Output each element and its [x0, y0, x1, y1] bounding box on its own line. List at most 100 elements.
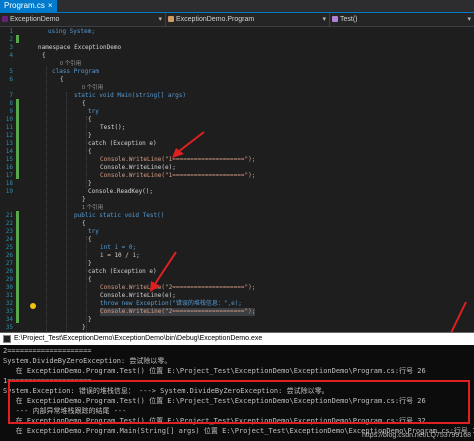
code-line: { [88, 236, 92, 244]
annotation-highlight-box [8, 380, 470, 424]
line-number: 5 [9, 68, 13, 75]
code-line: using System; [48, 28, 95, 36]
code-text: Console.ReadKey(); [88, 188, 154, 195]
code-line: } [88, 316, 92, 324]
code-text: Test(); [100, 124, 126, 131]
class-icon [168, 16, 174, 22]
code-line: Console.WriteLine(e); [100, 292, 176, 300]
code-line-current: Console.WriteLine("2====================… [100, 308, 256, 316]
code-line: { [42, 52, 46, 60]
code-text: { [88, 276, 92, 283]
code-text: Console.WriteLine("1====================… [100, 172, 256, 179]
project-dropdown[interactable]: ExceptionDemo ▾ [0, 13, 166, 26]
line-number: 28 [5, 268, 13, 275]
code-text: } [88, 180, 92, 187]
line-number: 14 [5, 148, 13, 155]
code-text: catch (Exception e) [88, 268, 157, 275]
code-text: throw new Exception("错误的堆栈信息：",e); [100, 300, 242, 307]
line-number: 32 [5, 300, 13, 307]
code-text: { [60, 76, 64, 83]
code-line: } [82, 324, 86, 332]
navigation-bar: ExceptionDemo ▾ ExceptionDemo.Program ▾ … [0, 13, 474, 27]
code-line: { [88, 148, 92, 156]
code-line: i = 10 / i; [100, 252, 140, 260]
code-line: namespace ExceptionDemo [38, 44, 121, 52]
line-number: 8 [9, 100, 13, 107]
indent-guide [46, 67, 47, 349]
code-text: namespace ExceptionDemo [38, 44, 122, 51]
member-label: Test() [340, 16, 358, 23]
line-number: 13 [5, 140, 13, 147]
console-title-bar[interactable]: E:\Project_Test\ExceptionDemo\ExceptionD… [0, 333, 474, 345]
type-dropdown[interactable]: ExceptionDemo.Program ▾ [166, 13, 330, 26]
code-line: class Program [52, 68, 99, 76]
lightbulb-icon[interactable] [30, 303, 36, 309]
code-lens[interactable]: 0 个引用 [82, 84, 103, 92]
line-number: 1 [9, 28, 13, 35]
line-number: 34 [5, 316, 13, 323]
code-text: { [88, 236, 92, 243]
line-number: 22 [5, 220, 13, 227]
code-text: Console.WriteLine("1====================… [100, 156, 256, 163]
code-line: } [88, 180, 92, 188]
project-label: ExceptionDemo [10, 16, 60, 23]
line-number: 17 [5, 172, 13, 179]
code-text: try [88, 228, 99, 235]
code-text: catch (Exception e) [88, 140, 157, 147]
code-text: } [88, 132, 92, 139]
code-line: Test(); [100, 124, 125, 132]
indent-guide [86, 236, 87, 332]
code-line: Console.WriteLine("1====================… [100, 156, 255, 164]
line-number: 29 [5, 276, 13, 283]
code-text: { [88, 116, 92, 123]
tab-program-cs[interactable]: Program.cs × [0, 0, 57, 12]
change-indicator [16, 35, 19, 43]
code-line: Console.WriteLine("1====================… [100, 172, 255, 180]
line-number: 19 [5, 188, 13, 195]
code-text: static void Main(string[] args) [74, 92, 186, 99]
chevron-down-icon: ▾ [467, 16, 471, 23]
reference-count: 0 个引用 [82, 85, 104, 91]
code-text: public static void Test() [74, 212, 165, 219]
close-icon[interactable]: × [48, 1, 53, 10]
watermark: https://blog.csdn.net/LQ753799168 [362, 432, 471, 439]
tab-label: Program.cs [4, 1, 45, 10]
line-number: 10 [5, 116, 13, 123]
line-number: 23 [5, 228, 13, 235]
code-line: public static void Test() [74, 212, 164, 220]
change-indicator [16, 211, 19, 323]
line-number: 2 [9, 36, 13, 43]
code-text: { [42, 52, 46, 59]
code-text: Console.WriteLine("2====================… [100, 284, 256, 291]
code-text: i = 10 / i; [100, 252, 140, 259]
line-number: 3 [9, 44, 13, 51]
code-line: int i = 0; [100, 244, 136, 252]
line-number: 12 [5, 132, 13, 139]
code-line: { [82, 220, 86, 228]
console-line: System.DivideByZeroException: 尝试除以零。 [3, 357, 172, 365]
code-line: } [88, 132, 92, 140]
member-dropdown[interactable]: Test() ▾ [330, 13, 474, 26]
code-lens[interactable]: 0 个引用 [60, 60, 81, 68]
line-number: 26 [5, 252, 13, 259]
line-number: 16 [5, 164, 13, 171]
code-line: { [88, 116, 92, 124]
line-number: 21 [5, 212, 13, 219]
code-line: static void Main(string[] args) [74, 92, 186, 100]
type-label: ExceptionDemo.Program [176, 16, 255, 23]
line-number: 27 [5, 260, 13, 267]
code-text: } [88, 316, 92, 323]
line-number: 24 [5, 236, 13, 243]
code-line: { [88, 276, 92, 284]
chevron-down-icon: ▾ [158, 16, 162, 23]
line-number: 31 [5, 292, 13, 299]
code-text: } [88, 260, 92, 267]
console-app-icon [3, 335, 11, 343]
line-number: 30 [5, 284, 13, 291]
line-number: 18 [5, 180, 13, 187]
console-line: 在 ExceptionDemo.Program.Test() 位置 E:\Pro… [3, 367, 426, 375]
code-line: catch (Exception e) [88, 268, 157, 276]
console-line: 2==================== [3, 347, 92, 355]
reference-count: 0 个引用 [60, 61, 82, 67]
code-lens[interactable]: 1 个引用 [82, 204, 103, 212]
